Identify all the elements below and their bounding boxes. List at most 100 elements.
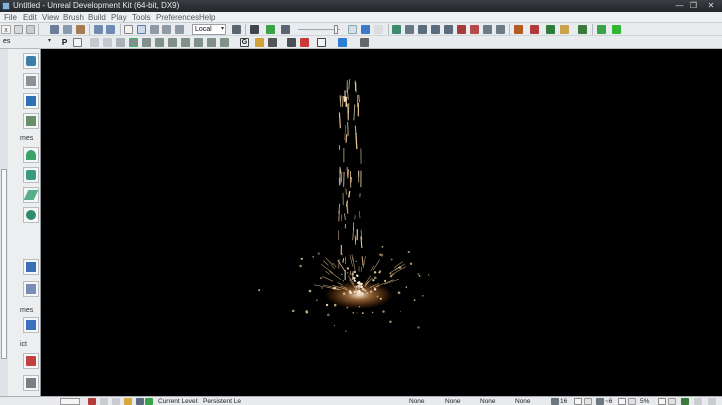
menu-view[interactable]: View [42, 13, 59, 22]
scale-icon[interactable] [162, 25, 171, 34]
wireframe-icon[interactable] [90, 38, 99, 47]
cinematic-icon[interactable] [287, 38, 296, 47]
light-complexity-icon[interactable] [155, 38, 164, 47]
close-button[interactable]: ✕ [702, 1, 720, 11]
build-geometry-icon[interactable] [392, 25, 401, 34]
lod-icon[interactable] [220, 38, 229, 47]
rotate-icon[interactable] [150, 25, 159, 34]
terrain-mode-button[interactable] [23, 93, 39, 109]
nonuniform-scale-icon[interactable] [175, 25, 184, 34]
cylinder-brush-button[interactable] [23, 167, 39, 183]
swarm-icon[interactable] [514, 25, 523, 34]
geometry-mode-button[interactable] [23, 73, 39, 89]
level-visibility-icon[interactable] [100, 398, 108, 405]
foliage-mode-button[interactable] [23, 113, 39, 129]
content-browser-icon[interactable] [250, 25, 259, 34]
hide-selected-button[interactable] [23, 375, 39, 391]
menu-edit[interactable]: Edit [23, 13, 37, 22]
shader-complexity-icon[interactable] [181, 38, 190, 47]
add-brush-button[interactable] [23, 259, 39, 275]
level-folder-icon[interactable] [124, 398, 132, 405]
rotation-snap-checkbox[interactable] [618, 398, 626, 405]
cook-icon[interactable] [530, 25, 539, 34]
save-icon[interactable] [50, 25, 59, 34]
grid-snap-icon[interactable] [551, 398, 559, 405]
record-icon[interactable] [470, 25, 479, 34]
zoom-slider-handle[interactable] [334, 25, 338, 34]
palette-scrollbar[interactable] [1, 169, 7, 359]
menu-tools[interactable]: Tools [132, 13, 151, 22]
coordinate-space-select[interactable]: Local ▾ [192, 24, 226, 35]
viewport-options-icon[interactable] [360, 38, 369, 47]
autosave-icon[interactable] [694, 398, 702, 405]
build-visibility-icon[interactable] [405, 25, 414, 34]
lighting-info-icon[interactable] [483, 25, 492, 34]
save-all-icon[interactable] [63, 25, 72, 34]
statistics-icon[interactable] [496, 25, 505, 34]
perspective-viewport[interactable] [41, 49, 722, 396]
lightmap-density-icon[interactable] [194, 38, 203, 47]
maximize-viewport-icon[interactable] [317, 38, 326, 47]
menu-brush[interactable]: Brush [63, 13, 84, 22]
sphere-brush-button[interactable] [23, 207, 39, 223]
grid-snap-checkbox[interactable] [574, 398, 582, 405]
mobile-icon[interactable] [560, 25, 569, 34]
rotation-snap-icon[interactable] [596, 398, 604, 405]
detail-lighting-icon[interactable] [129, 38, 138, 47]
build-cover-icon[interactable] [444, 25, 453, 34]
build-all-icon[interactable] [457, 25, 466, 34]
drag-grid-icon[interactable] [681, 398, 689, 405]
select-arrow-icon[interactable] [124, 25, 133, 34]
build-paths-icon[interactable] [431, 25, 440, 34]
camera-mode-button[interactable] [23, 53, 39, 69]
reflections-icon[interactable] [207, 38, 216, 47]
cone-brush-button[interactable] [23, 147, 39, 163]
level-lock-icon[interactable] [88, 398, 96, 405]
dropdown-icon[interactable] [26, 25, 35, 34]
play-in-viewport-icon[interactable] [338, 38, 347, 47]
play-in-editor-icon[interactable] [612, 25, 621, 34]
volume-button[interactable] [23, 317, 39, 333]
record-movement-icon[interactable] [300, 38, 309, 47]
grid-dropdown[interactable] [584, 398, 592, 405]
menu-preferences[interactable]: Preferences [156, 13, 199, 22]
perspective-button[interactable]: P [60, 38, 69, 47]
maximize-button[interactable]: ❐ [687, 1, 700, 11]
menu-play[interactable]: Play [111, 13, 127, 22]
scale-snap-checkbox[interactable] [658, 398, 666, 405]
level-browser-icon[interactable] [112, 398, 120, 405]
subtract-brush-button[interactable] [23, 281, 39, 297]
texture-density-icon[interactable] [168, 38, 177, 47]
open-icon[interactable] [76, 25, 85, 34]
scale-dropdown[interactable] [668, 398, 676, 405]
minimize-button[interactable]: — [673, 1, 686, 11]
undo-icon[interactable] [94, 25, 103, 34]
binoculars-icon[interactable] [232, 25, 241, 34]
console-icon[interactable] [578, 25, 587, 34]
status-options-icon[interactable] [708, 398, 716, 405]
kismet-icon[interactable] [266, 25, 275, 34]
matinee-icon[interactable] [281, 25, 290, 34]
level-grid-icon[interactable] [136, 398, 144, 405]
level-dropdown[interactable] [60, 398, 80, 405]
rotation-dropdown[interactable] [628, 398, 636, 405]
undo-arrow-icon[interactable] [14, 25, 23, 34]
eye-icon[interactable] [268, 38, 277, 47]
palette-select[interactable]: es ▾ [1, 37, 53, 48]
grid-toggle-icon[interactable] [374, 25, 383, 34]
close-tab-button[interactable]: x [1, 25, 11, 34]
lighting-only-icon[interactable] [142, 38, 151, 47]
realtime-icon[interactable] [361, 25, 370, 34]
menu-file[interactable]: File [4, 13, 17, 22]
lit-icon[interactable] [116, 38, 125, 47]
show-selected-button[interactable] [23, 353, 39, 369]
game-view-button[interactable]: G [240, 38, 249, 47]
unlit-icon[interactable] [103, 38, 112, 47]
translate-icon[interactable] [137, 25, 146, 34]
lock-icon[interactable] [255, 38, 264, 47]
camera-icon[interactable] [73, 38, 82, 47]
redo-icon[interactable] [106, 25, 115, 34]
build-lighting-icon[interactable] [418, 25, 427, 34]
checkmark-icon[interactable] [145, 398, 153, 405]
menu-build[interactable]: Build [88, 13, 106, 22]
